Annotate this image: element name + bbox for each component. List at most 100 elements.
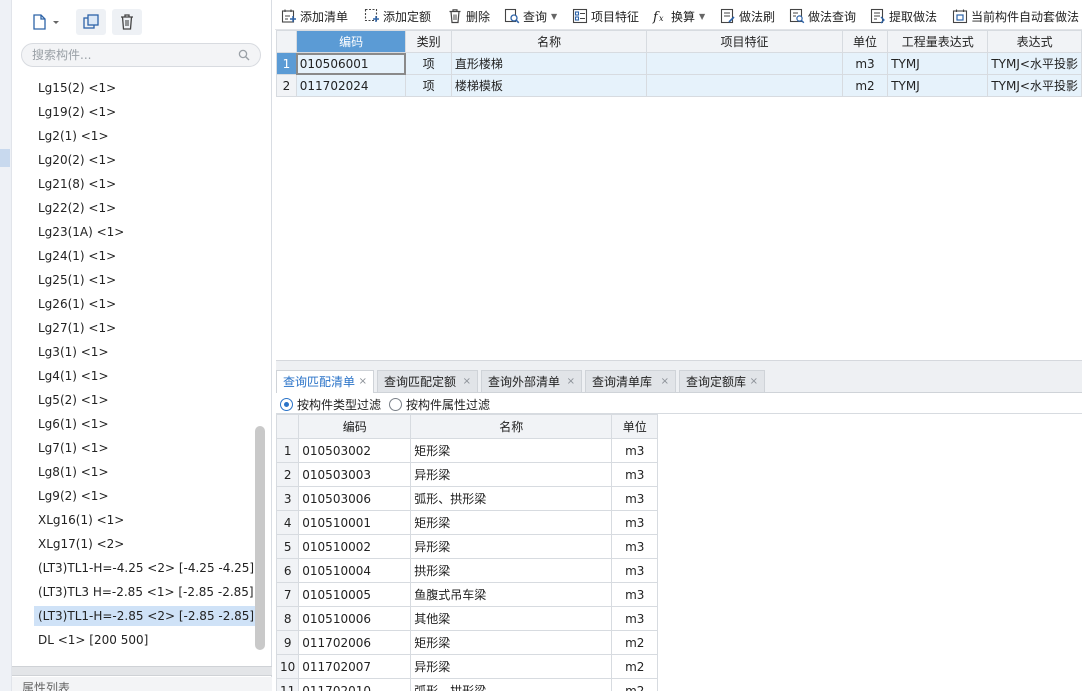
table-row[interactable]: 4 010510001 矩形梁 m3	[276, 510, 659, 535]
cell-unit[interactable]: m3	[611, 534, 659, 559]
cell-name[interactable]: 楼梯模板	[450, 74, 648, 97]
table-row[interactable]: 6 010510004 拱形梁 m3	[276, 558, 659, 583]
column-header-features[interactable]: 项目特征	[646, 30, 843, 53]
convert-dropdown-button[interactable]: f x 换算 ▼	[652, 6, 705, 26]
cell-expr-desc[interactable]: TYMJ<水平投影	[987, 74, 1082, 97]
cell-code[interactable]: 011702010	[298, 678, 412, 691]
row-number[interactable]: 9	[276, 630, 300, 655]
cell-code[interactable]: 011702007	[298, 654, 412, 679]
component-list-item[interactable]: Lg8(1) <1>	[34, 462, 113, 482]
cell-unit[interactable]: m3	[611, 606, 659, 631]
cell-name[interactable]: 弧形、拱形梁	[410, 486, 613, 511]
query-dropdown-button[interactable]: 查询 ▼	[504, 6, 557, 26]
column-header-code[interactable]: 编码	[298, 414, 412, 439]
search-icon[interactable]	[238, 49, 250, 61]
item-features-button[interactable]: 项目特征	[572, 6, 639, 26]
component-list-item[interactable]: Lg21(8) <1>	[34, 174, 120, 194]
cell-code[interactable]: 010510006	[298, 606, 412, 631]
cell-code[interactable]: 010503006	[298, 486, 412, 511]
cell-code[interactable]: 011702024	[295, 74, 407, 97]
column-header-name[interactable]: 名称	[410, 414, 613, 439]
table-row[interactable]: 3 010503006 弧形、拱形梁 m3	[276, 486, 659, 511]
delete-component-button[interactable]	[112, 9, 142, 35]
component-list-item[interactable]: Lg23(1A) <1>	[34, 222, 128, 242]
table-row[interactable]: 5 010510002 异形梁 m3	[276, 534, 659, 559]
query-tab[interactable]: 查询外部清单 ×	[481, 370, 582, 392]
auto-apply-method-button[interactable]: 当前构件自动套做法	[952, 6, 1079, 26]
cell-code[interactable]: 010510004	[298, 558, 412, 583]
component-list-item[interactable]: (LT3)TL1-H=-2.85 <2> [-2.85 -2.85]	[34, 606, 259, 626]
search-input[interactable]	[32, 47, 232, 63]
cell-unit[interactable]: m2	[611, 678, 659, 691]
column-header-code[interactable]: 编码	[295, 30, 407, 53]
component-list-item[interactable]: (LT3)TL3 H=-2.85 <1> [-2.85 -2.85]	[34, 582, 258, 602]
component-list-item[interactable]: Lg6(1) <1>	[34, 414, 113, 434]
component-list-item[interactable]: Lg27(1) <1>	[34, 318, 120, 338]
component-list-item[interactable]: Lg26(1) <1>	[34, 294, 120, 314]
query-tab[interactable]: 查询匹配定额 ×	[377, 370, 478, 392]
method-brush-button[interactable]: 做法刷	[720, 6, 775, 26]
close-icon[interactable]: ×	[750, 371, 758, 393]
cell-unit[interactable]: m3	[611, 462, 659, 487]
row-number[interactable]: 5	[276, 534, 300, 559]
row-number[interactable]: 2	[276, 74, 297, 97]
component-list-item[interactable]: DL <1> [200 500]	[34, 630, 152, 650]
cell-name[interactable]: 直形楼梯	[450, 52, 648, 75]
column-header-expression-description[interactable]: 表达式	[987, 30, 1082, 53]
cell-expr-desc[interactable]: TYMJ<水平投影	[987, 52, 1082, 75]
row-number[interactable]: 2	[276, 462, 300, 487]
table-row[interactable]: 9 011702006 矩形梁 m2	[276, 630, 659, 655]
cell-category[interactable]: 项	[405, 74, 452, 97]
new-component-button[interactable]	[22, 9, 68, 35]
cell-unit[interactable]: m3	[611, 438, 659, 463]
table-row[interactable]: 11 011702010 弧形、拱形梁 m2	[276, 678, 659, 691]
row-number[interactable]: 1	[276, 52, 297, 75]
table-row[interactable]: 2 010503003 异形梁 m3	[276, 462, 659, 487]
close-icon[interactable]: ×	[463, 371, 471, 393]
component-list-item[interactable]: Lg7(1) <1>	[34, 438, 113, 458]
component-list-item[interactable]: Lg22(2) <1>	[34, 198, 120, 218]
cell-unit[interactable]: m2	[841, 74, 889, 97]
cell-code[interactable]: 010503003	[298, 462, 412, 487]
cell-unit[interactable]: m3	[841, 52, 889, 75]
close-icon[interactable]: ×	[661, 371, 669, 393]
row-number[interactable]: 6	[276, 558, 300, 583]
add-quota-button[interactable]: 添加定额	[364, 6, 431, 26]
column-header-quantity-expression[interactable]: 工程量表达式	[887, 30, 989, 53]
cell-code[interactable]: 010510002	[298, 534, 412, 559]
close-icon[interactable]: ×	[359, 371, 367, 393]
column-header-category[interactable]: 类别	[405, 30, 452, 53]
cell-unit[interactable]: m2	[611, 654, 659, 679]
component-list-item[interactable]: Lg25(1) <1>	[34, 270, 120, 290]
component-list-item[interactable]: Lg4(1) <1>	[34, 366, 113, 386]
cell-features[interactable]	[646, 52, 843, 75]
cell-expr[interactable]: TYMJ	[887, 74, 989, 97]
cell-code[interactable]: 010510001	[298, 510, 412, 535]
cell-unit[interactable]: m2	[611, 630, 659, 655]
table-row[interactable]: 1 010503002 矩形梁 m3	[276, 438, 659, 463]
component-list-item[interactable]: Lg15(2) <1>	[34, 78, 120, 98]
copy-component-button[interactable]	[76, 9, 106, 35]
table-row[interactable]: 8 010510006 其他梁 m3	[276, 606, 659, 631]
cell-name[interactable]: 矩形梁	[410, 438, 613, 463]
cell-category[interactable]: 项	[405, 52, 452, 75]
row-number[interactable]: 11	[276, 678, 300, 691]
row-number[interactable]: 10	[276, 654, 300, 679]
row-number[interactable]: 1	[276, 438, 300, 463]
component-list-scrollbar[interactable]	[255, 426, 265, 650]
add-bill-button[interactable]: 添加清单	[281, 6, 348, 26]
cell-expr[interactable]: TYMJ	[887, 52, 989, 75]
delete-button[interactable]: 删除	[447, 6, 490, 26]
cell-features[interactable]	[646, 74, 843, 97]
row-number[interactable]: 8	[276, 606, 300, 631]
filter-by-property-radio[interactable]: 按构件属性过滤	[389, 396, 490, 412]
table-row[interactable]: 10 011702007 异形梁 m2	[276, 654, 659, 679]
table-row[interactable]: 2 011702024 项楼梯模板 m2 TYMJ TYMJ<水平投影	[276, 74, 1082, 97]
cell-unit[interactable]: m3	[611, 486, 659, 511]
cell-unit[interactable]: m3	[611, 510, 659, 535]
component-list-item[interactable]: Lg9(2) <1>	[34, 486, 113, 506]
row-number[interactable]: 3	[276, 486, 300, 511]
cell-name[interactable]: 拱形梁	[410, 558, 613, 583]
component-list-item[interactable]: Lg5(2) <1>	[34, 390, 113, 410]
cell-code[interactable]: 010510005	[298, 582, 412, 607]
